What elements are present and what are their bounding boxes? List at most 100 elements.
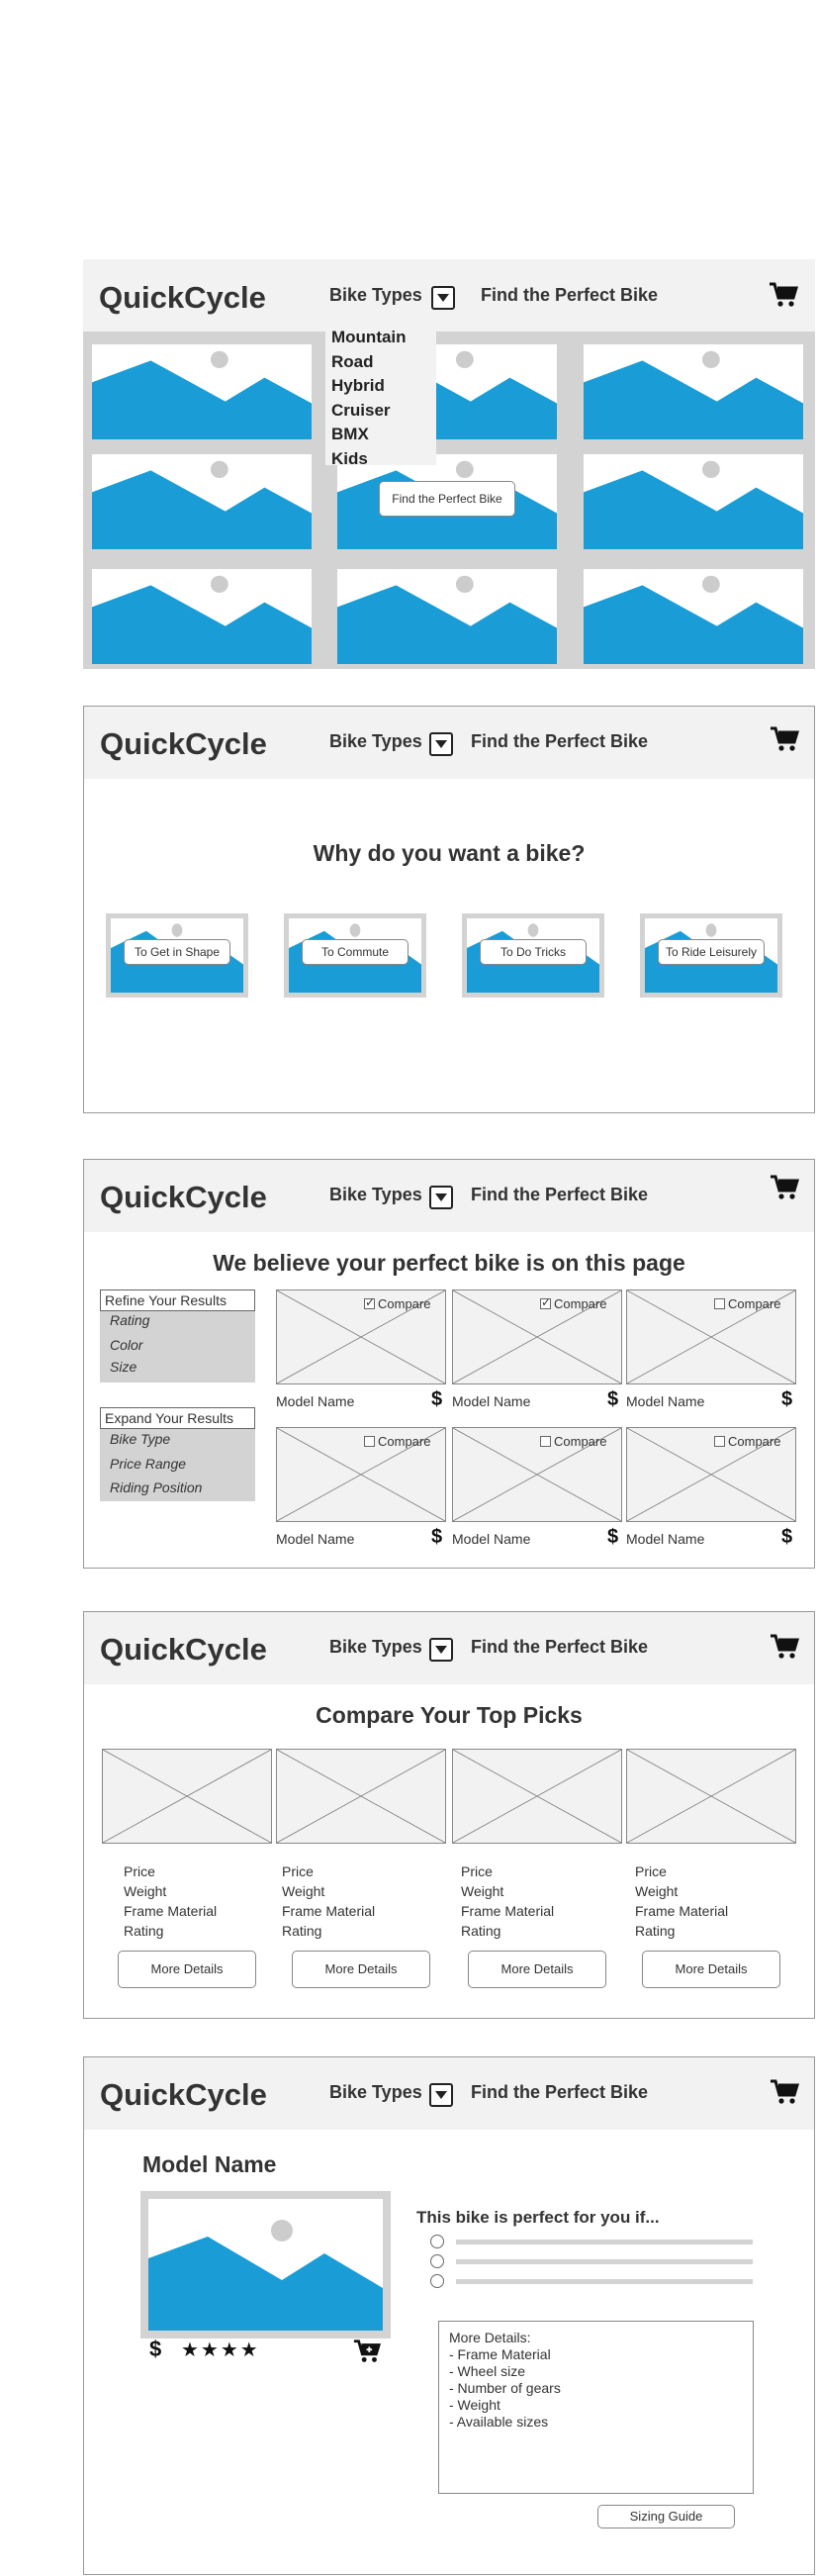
spec-label: Price (635, 1863, 667, 1879)
more-details-button[interactable]: More Details (118, 1951, 256, 1988)
expand-results-panel: Expand Your Results Bike Type Price Rang… (100, 1407, 255, 1501)
header: QuickCycle Bike Types Find the Perfect B… (84, 1160, 814, 1232)
brand-logo[interactable]: QuickCycle (99, 280, 266, 316)
brand-logo[interactable]: QuickCycle (100, 726, 267, 762)
compare-checkbox[interactable]: Compare (540, 1295, 606, 1311)
option-placeholder (456, 2279, 753, 2284)
chevron-down-icon[interactable] (429, 1638, 453, 1662)
mountain-image-icon (148, 2199, 383, 2331)
dropdown-item[interactable]: BMX (331, 425, 369, 444)
option-placeholder (456, 2240, 753, 2244)
bike-category-image[interactable] (579, 449, 808, 554)
page-title: Why do you want a bike? (313, 840, 586, 866)
add-to-cart-icon[interactable] (353, 2338, 381, 2364)
cart-icon[interactable] (770, 1634, 799, 1660)
spec-label: Rating (635, 1923, 676, 1939)
bike-category-image[interactable] (332, 564, 562, 669)
nav-find-bike[interactable]: Find the Perfect Bike (471, 1185, 648, 1205)
nav-bike-types[interactable]: Bike Types (329, 1185, 422, 1205)
nav-find-bike[interactable]: Find the Perfect Bike (471, 1637, 648, 1658)
filter-riding-position[interactable]: Riding Position (110, 1479, 202, 1495)
more-details-button[interactable]: More Details (642, 1951, 780, 1988)
dropdown-item[interactable]: Road (331, 352, 374, 372)
product-model-name[interactable]: Model Name (626, 1393, 704, 1409)
compare-checkbox[interactable]: Compare (540, 1434, 606, 1449)
compare-checkbox[interactable]: Compare (714, 1296, 780, 1311)
chevron-down-icon[interactable] (429, 1186, 453, 1209)
brand-logo[interactable]: QuickCycle (100, 1632, 267, 1668)
compare-label: Compare (554, 1434, 607, 1449)
find-perfect-bike-button[interactable]: Find the Perfect Bike (379, 481, 515, 517)
price-icon: $ (781, 1526, 793, 1548)
cart-icon[interactable] (770, 726, 799, 752)
compare-product-image (102, 1749, 272, 1844)
screen-results: QuickCycle Bike Types Find the Perfect B… (83, 1159, 815, 1569)
product-model-name[interactable]: Model Name (452, 1393, 530, 1409)
cart-icon[interactable] (770, 1175, 799, 1200)
nav-find-bike[interactable]: Find the Perfect Bike (471, 731, 648, 752)
product-model-name[interactable]: Model Name (276, 1531, 354, 1547)
filter-size[interactable]: Size (110, 1359, 136, 1375)
nav-find-bike[interactable]: Find the Perfect Bike (481, 285, 658, 306)
bike-category-image[interactable] (87, 564, 317, 669)
bike-category-image[interactable] (579, 339, 808, 444)
compare-label: Compare (728, 1434, 781, 1449)
nav-bike-types[interactable]: Bike Types (329, 2082, 422, 2103)
nav-bike-types[interactable]: Bike Types (329, 1637, 422, 1658)
cart-icon[interactable] (769, 282, 798, 308)
filter-price-range[interactable]: Price Range (110, 1456, 186, 1472)
screen-product-detail: QuickCycle Bike Types Find the Perfect B… (83, 2056, 815, 2575)
chevron-down-icon[interactable] (431, 286, 455, 310)
dropdown-item[interactable]: Cruiser (331, 401, 391, 421)
mountain-image-icon (584, 344, 803, 439)
sizing-guide-button[interactable]: Sizing Guide (597, 2505, 735, 2528)
spec-label: Weight (282, 1883, 325, 1899)
product-model-name[interactable]: Model Name (626, 1531, 704, 1547)
nav-find-bike[interactable]: Find the Perfect Bike (471, 2082, 648, 2103)
spec-label: Weight (124, 1883, 167, 1899)
mountain-image-icon (92, 454, 312, 549)
brand-logo[interactable]: QuickCycle (100, 2077, 267, 2113)
brand-logo[interactable]: QuickCycle (100, 1180, 267, 1215)
screen-bike-types: QuickCycle Bike Types Find the Perfect B… (83, 259, 815, 669)
more-details-button[interactable]: More Details (468, 1951, 606, 1988)
more-details-box: More Details: - Frame Material - Wheel s… (438, 2321, 754, 2494)
compare-checkbox[interactable]: Compare (364, 1434, 430, 1449)
more-details-button[interactable]: More Details (292, 1951, 430, 1988)
radio-option[interactable] (430, 2274, 444, 2288)
rating-stars: ★★★★ (181, 2339, 260, 2361)
dropdown-item[interactable]: Mountain (331, 328, 407, 347)
spec-label: Weight (461, 1883, 504, 1899)
compare-checkbox[interactable]: Compare (364, 1295, 430, 1311)
dropdown-item[interactable]: Kids (331, 449, 368, 469)
compare-label: Compare (378, 1434, 431, 1449)
product-model-name[interactable]: Model Name (276, 1393, 354, 1409)
reason-option-button[interactable]: To Ride Leisurely (658, 939, 765, 965)
spec-label: Price (461, 1863, 493, 1879)
radio-option[interactable] (430, 2254, 444, 2268)
product-model-name[interactable]: Model Name (452, 1531, 530, 1547)
chevron-down-icon[interactable] (429, 732, 453, 756)
bike-category-image[interactable] (87, 449, 317, 554)
chevron-down-icon[interactable] (429, 2083, 453, 2107)
compare-product-image (276, 1749, 446, 1844)
mountain-image-icon (92, 569, 312, 664)
reason-option-button[interactable]: To Get in Shape (124, 939, 230, 965)
filter-rating[interactable]: Rating (110, 1312, 149, 1328)
dropdown-item[interactable]: Hybrid (331, 376, 385, 396)
price-icon: $ (781, 1388, 793, 1410)
refine-results-panel: Refine Your Results Rating Color Size (100, 1289, 255, 1383)
filter-color[interactable]: Color (110, 1337, 142, 1353)
reason-option-button[interactable]: To Commute (302, 939, 409, 965)
radio-option[interactable] (430, 2235, 444, 2248)
nav-bike-types[interactable]: Bike Types (329, 285, 422, 306)
reason-option-button[interactable]: To Do Tricks (480, 939, 587, 965)
bike-category-image[interactable] (579, 564, 808, 669)
nav-bike-types[interactable]: Bike Types (329, 731, 422, 752)
filter-bike-type[interactable]: Bike Type (110, 1431, 170, 1447)
expand-results-title: Expand Your Results (100, 1407, 255, 1429)
cart-icon[interactable] (770, 2079, 799, 2105)
price-icon: $ (607, 1526, 619, 1548)
compare-checkbox[interactable]: Compare (714, 1434, 780, 1449)
bike-category-image[interactable] (87, 339, 317, 444)
